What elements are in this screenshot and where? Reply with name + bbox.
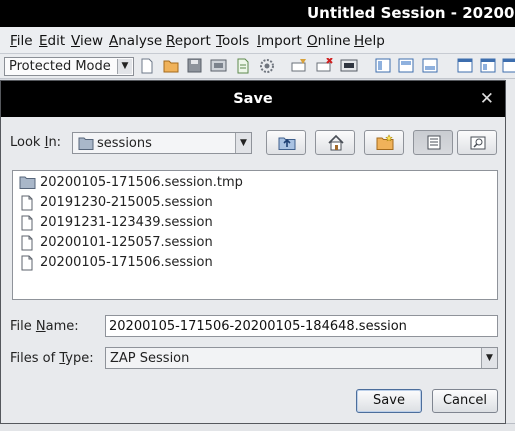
home-button[interactable] — [315, 130, 355, 155]
file-icon — [21, 255, 33, 271]
app-title-bar: Untitled Session - 20200105-17 — [0, 0, 515, 27]
edit-icon[interactable] — [291, 58, 309, 73]
app-background — [505, 79, 515, 431]
folder-icon — [78, 137, 94, 150]
mode-select-value: Protected Mode — [9, 59, 111, 74]
chevron-down-icon: ▼ — [481, 348, 497, 368]
details-view-button[interactable] — [457, 130, 497, 155]
layout-3-icon[interactable] — [422, 58, 438, 73]
new-folder-icon — [376, 134, 394, 150]
list-view-icon — [427, 135, 441, 150]
properties-icon[interactable] — [236, 58, 250, 74]
file-name: 20200101-125057.session — [40, 235, 213, 250]
menu-online[interactable]: Online — [307, 33, 351, 49]
chevron-down-icon: ▼ — [117, 59, 132, 74]
file-type-value: ZAP Session — [110, 351, 190, 366]
save-button[interactable]: Save — [356, 389, 422, 413]
app-background-bottom — [0, 423, 515, 431]
up-folder-icon — [278, 137, 296, 150]
new-folder-button[interactable] — [364, 130, 404, 155]
panel-2-icon[interactable] — [480, 58, 496, 73]
file-icon — [21, 215, 33, 231]
look-in-label: Look In: — [10, 135, 62, 150]
open-session-icon[interactable] — [163, 58, 180, 73]
save-dialog: Save ✕ Look In: sessions ▼ 20200105-1715… — [0, 80, 506, 424]
snapshot-icon[interactable] — [210, 58, 227, 73]
menu-report[interactable]: Report — [166, 33, 211, 49]
file-name: 20200105-171506.session.tmp — [40, 175, 243, 190]
menu-file[interactable]: File — [10, 33, 33, 49]
chevron-down-icon: ▼ — [235, 133, 251, 153]
panel-3-icon[interactable] — [502, 58, 515, 73]
app-title: Untitled Session - 20200105-17 — [307, 4, 515, 22]
file-name: 20191231-123439.session — [40, 215, 213, 230]
layout-2-icon[interactable] — [398, 58, 414, 73]
file-list[interactable]: 20200105-171506.session.tmp 20191230-215… — [12, 170, 498, 300]
menu-view[interactable]: View — [71, 33, 103, 49]
menu-analyse[interactable]: Analyse — [109, 33, 162, 49]
menu-import[interactable]: Import — [257, 33, 302, 49]
console-icon[interactable] — [340, 58, 358, 73]
menu-bar: File Edit View Analyse Report Tools Impo… — [0, 27, 515, 54]
dialog-title-bar: Save ✕ — [1, 81, 505, 117]
panel-1-icon[interactable] — [457, 58, 473, 73]
menu-edit[interactable]: Edit — [39, 33, 65, 49]
up-one-level-button[interactable] — [266, 130, 306, 155]
file-name: 20200105-171506.session — [40, 255, 213, 270]
file-icon — [21, 235, 33, 251]
home-icon — [328, 134, 344, 151]
look-in-select[interactable]: sessions ▼ — [72, 132, 252, 154]
details-view-icon — [470, 136, 486, 150]
menu-tools[interactable]: Tools — [216, 33, 249, 49]
file-name-field[interactable] — [105, 315, 498, 337]
list-view-button[interactable] — [413, 130, 453, 155]
cancel-button[interactable]: Cancel — [432, 389, 498, 413]
main-toolbar: Protected Mode ▼ — [0, 54, 515, 79]
close-icon[interactable]: ✕ — [480, 89, 494, 109]
file-icon — [21, 195, 33, 211]
new-session-icon[interactable] — [140, 58, 154, 74]
menu-help[interactable]: Help — [354, 33, 385, 49]
layout-1-icon[interactable] — [375, 58, 391, 73]
file-type-select[interactable]: ZAP Session ▼ — [105, 347, 498, 369]
folder-icon — [19, 176, 36, 189]
file-name: 20191230-215005.session — [40, 195, 213, 210]
dialog-title: Save — [233, 91, 273, 107]
gear-icon[interactable] — [259, 58, 275, 74]
file-name-label: File Name: — [10, 319, 79, 334]
file-type-label: Files of Type: — [10, 351, 94, 366]
save-session-icon[interactable] — [187, 58, 202, 73]
look-in-value: sessions — [97, 136, 152, 151]
mode-select[interactable]: Protected Mode ▼ — [4, 57, 134, 76]
delete-icon[interactable] — [316, 58, 334, 73]
